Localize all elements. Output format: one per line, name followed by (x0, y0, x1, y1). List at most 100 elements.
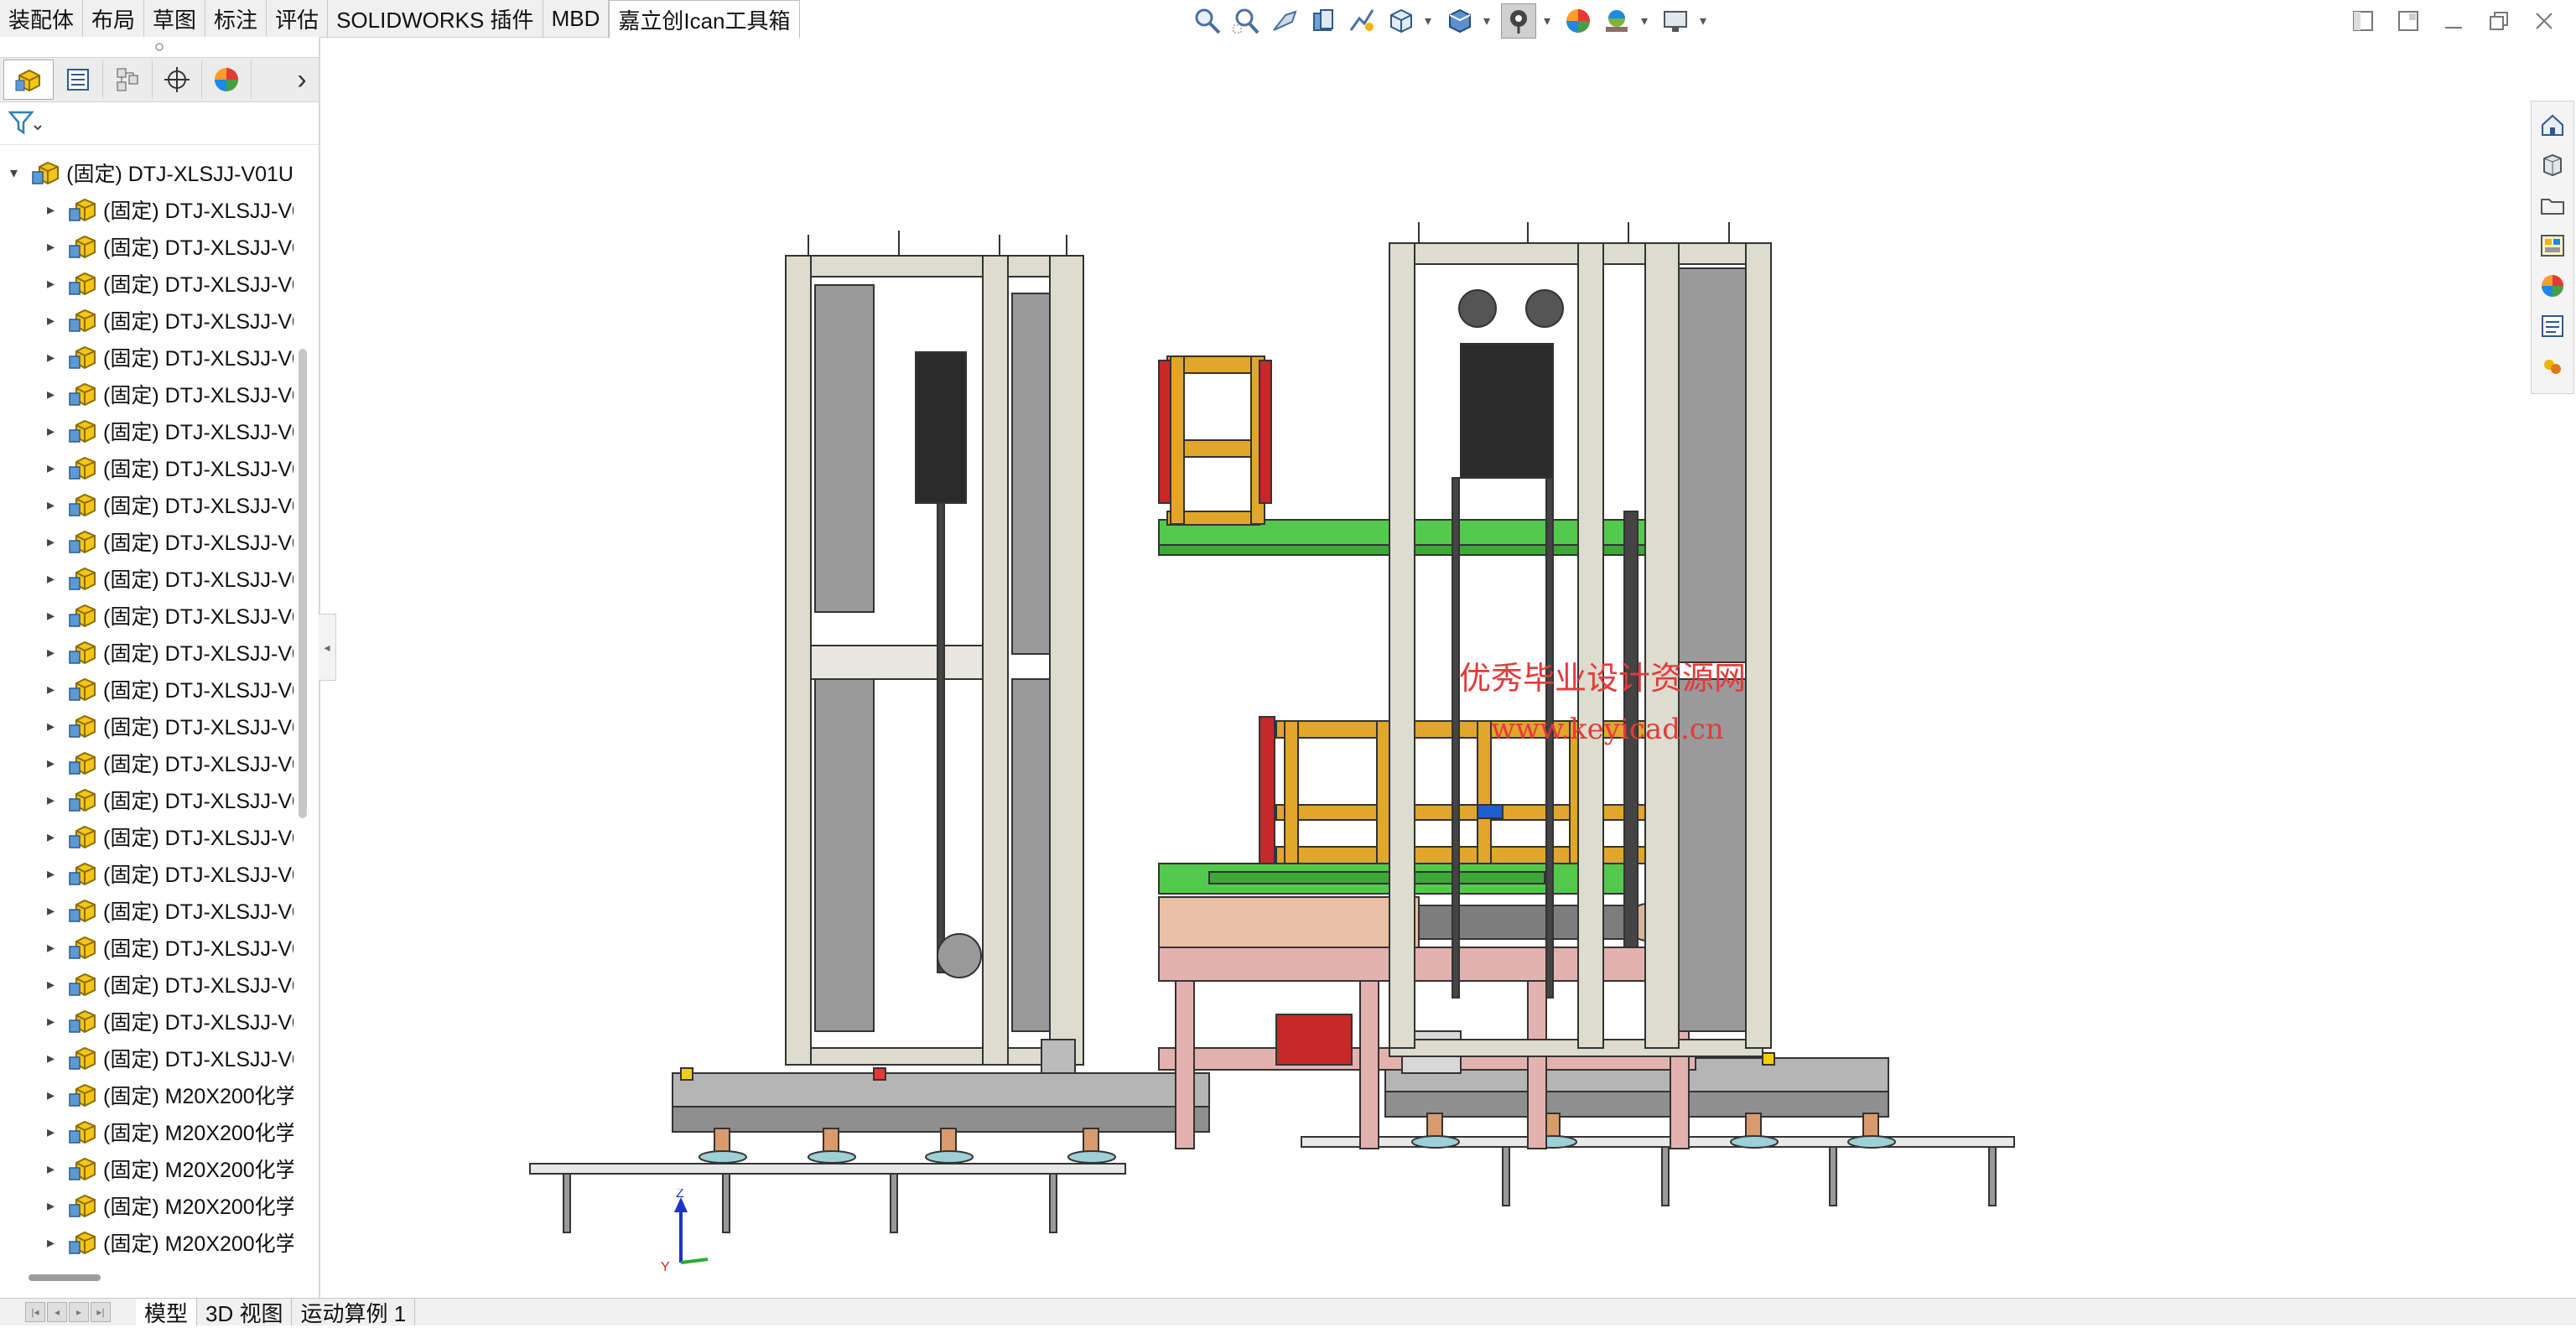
expand-caret-icon[interactable]: ▸ (47, 791, 55, 809)
expand-caret-icon[interactable]: ▸ (47, 423, 55, 440)
chevron-right-icon[interactable]: › (285, 60, 319, 99)
command-tab-0[interactable]: 装配体 (0, 0, 84, 37)
display-style-dropdown-icon[interactable]: ▾ (1481, 13, 1493, 29)
tree-item[interactable]: ▸ (固定) DTJ-XLSJJ-V0 (0, 265, 293, 302)
expand-caret-icon[interactable]: ▸ (47, 201, 55, 219)
tree-item[interactable]: ▸ (固定) M20X200化学 (0, 1076, 293, 1113)
tree-item[interactable]: ▸ (固定) DTJ-XLSJJ-V0 (0, 892, 293, 929)
view-settings-dropdown-icon[interactable]: ▾ (1697, 13, 1709, 29)
dimxpertmanager-icon[interactable] (153, 60, 202, 99)
restore-icon[interactable] (2484, 6, 2514, 36)
tree-item[interactable]: ▸ (固定) DTJ-XLSJJ-V0 (0, 560, 293, 597)
tree-item[interactable]: ▸ (固定) DTJ-XLSJJ-V0 (0, 523, 293, 560)
prev-tab-icon[interactable]: ◂ (47, 1302, 67, 1322)
expand-caret-icon[interactable]: ▸ (47, 681, 55, 698)
expand-caret-icon[interactable]: ▸ (47, 865, 55, 883)
last-tab-icon[interactable]: ▸| (91, 1302, 111, 1322)
appearances-scenes-icon[interactable] (2536, 269, 2569, 303)
tree-item[interactable]: ▸ (固定) DTJ-XLSJJ-V0 (0, 966, 293, 1003)
view-palette-icon[interactable] (2536, 229, 2569, 262)
tree-horizontal-scrollbar[interactable] (29, 1274, 101, 1281)
custom-properties-icon[interactable] (2536, 309, 2569, 343)
collapse-caret-icon[interactable]: ▾ (10, 164, 19, 182)
bottom-tab-1[interactable]: 3D 视图 (197, 1299, 293, 1326)
view-settings-icon[interactable] (1659, 4, 1692, 38)
bottom-tab-2[interactable]: 运动算例 1 (292, 1299, 416, 1326)
pane-grip-icon[interactable] (0, 37, 319, 57)
expand-caret-icon[interactable]: ▸ (47, 238, 55, 256)
expand-caret-icon[interactable]: ▸ (47, 459, 55, 477)
expand-caret-icon[interactable]: ▸ (47, 570, 55, 588)
tree-item[interactable]: ▸ (固定) M20X200化学 (0, 1113, 293, 1150)
expand-caret-icon[interactable]: ▸ (47, 718, 55, 735)
tree-filter[interactable] (0, 102, 319, 145)
tree-item[interactable]: ▸ (固定) DTJ-XLSJJ-V0 (0, 191, 293, 228)
tree-item[interactable]: ▸ (固定) DTJ-XLSJJ-V0 (0, 597, 293, 634)
tree-root-assembly[interactable]: ▾ (固定) DTJ-XLSJJ-V01U (0, 154, 293, 191)
propertymanager-icon[interactable] (54, 60, 103, 99)
expand-caret-icon[interactable]: ▸ (47, 275, 55, 293)
expand-caret-icon[interactable]: ▸ (47, 312, 55, 329)
expand-caret-icon[interactable]: ▸ (47, 349, 55, 366)
tree-item[interactable]: ▸ (固定) DTJ-XLSJJ-V0 (0, 339, 293, 376)
tree-item[interactable]: ▸ (固定) DTJ-XLSJJ-V0 (0, 486, 293, 523)
expand-caret-icon[interactable]: ▸ (47, 607, 55, 625)
expand-caret-icon[interactable]: ▸ (47, 1160, 55, 1178)
expand-caret-icon[interactable]: ▸ (47, 1087, 55, 1104)
command-tab-4[interactable]: 评估 (267, 0, 329, 37)
close-icon[interactable] (2529, 6, 2559, 36)
edit-appearance-icon[interactable] (1561, 4, 1595, 38)
tree-item[interactable]: ▸ (固定) M20X200化学 (0, 1224, 293, 1261)
tree-item[interactable]: ▸ (固定) DTJ-XLSJJ-V0 (0, 744, 293, 781)
tree-item[interactable]: ▸ (固定) M20X200化学 (0, 1150, 293, 1187)
view-orientation-icon[interactable] (1384, 4, 1417, 38)
tree-item[interactable]: ▸ (固定) DTJ-XLSJJ-V0 (0, 929, 293, 966)
first-tab-icon[interactable]: |◂ (25, 1302, 45, 1322)
command-tab-6[interactable]: MBD (543, 0, 610, 37)
tree-item[interactable]: ▸ (固定) DTJ-XLSJJ-V0 (0, 302, 293, 339)
design-library-icon[interactable] (2536, 148, 2569, 182)
apply-scene-icon[interactable] (1600, 4, 1633, 38)
expand-caret-icon[interactable]: ▸ (47, 1197, 55, 1215)
expand-caret-icon[interactable]: ▸ (47, 1050, 55, 1067)
tree-item[interactable]: ▸ (固定) M20X200化学 (0, 1187, 293, 1224)
file-explorer-icon[interactable] (2536, 189, 2569, 222)
expand-caret-icon[interactable]: ▸ (47, 1234, 55, 1252)
expand-caret-icon[interactable]: ▸ (47, 644, 55, 661)
view-orientation-dropdown-icon[interactable]: ▾ (1422, 13, 1434, 29)
zoom-to-area-icon[interactable] (1229, 4, 1263, 38)
tree-item[interactable]: ▸ (固定) DTJ-XLSJJ-V0 (0, 781, 293, 818)
tree-item[interactable]: ▸ (固定) DTJ-XLSJJ-V0 (0, 855, 293, 892)
apply-scene-dropdown-icon[interactable]: ▾ (1639, 13, 1650, 29)
tree-vertical-scrollbar[interactable] (299, 349, 307, 818)
command-tab-5[interactable]: SOLIDWORKS 插件 (328, 0, 543, 37)
expand-caret-icon[interactable]: ▸ (47, 939, 55, 957)
tree-item[interactable]: ▸ (固定) DTJ-XLSJJ-V0 (0, 708, 293, 744)
tree-item[interactable]: ▸ (固定) DTJ-XLSJJ-V0 (0, 449, 293, 486)
featuremanager-tree-icon[interactable] (3, 60, 54, 100)
command-tab-2[interactable]: 草图 (144, 0, 206, 37)
command-tab-1[interactable]: 布局 (83, 0, 145, 37)
bottom-tab-0[interactable]: 模型 (136, 1299, 198, 1326)
zoom-to-fit-icon[interactable] (1191, 4, 1224, 38)
viewport-tile-icon[interactable] (2393, 6, 2423, 36)
graphics-viewport[interactable]: 优秀毕业设计资源网 www.keyicad.cn Z Y (320, 42, 2531, 1296)
tree-item[interactable]: ▸ (固定) DTJ-XLSJJ-V0 (0, 228, 293, 265)
expand-caret-icon[interactable]: ▸ (47, 1123, 55, 1141)
tree-item[interactable]: ▸ (固定) DTJ-XLSJJ-V0 (0, 1003, 293, 1040)
tree-item[interactable]: ▸ (固定) DTJ-XLSJJ-V0 (0, 818, 293, 855)
tree-item[interactable]: ▸ (固定) DTJ-XLSJJ-V0 (0, 634, 293, 671)
viewport-single-icon[interactable] (2348, 6, 2378, 36)
expand-caret-icon[interactable]: ▸ (47, 828, 55, 846)
expand-caret-icon[interactable]: ▸ (47, 755, 55, 772)
solidworks-resources-icon[interactable] (2536, 108, 2569, 142)
section-view-icon[interactable] (1306, 4, 1340, 38)
hide-show-dropdown-icon[interactable]: ▾ (1541, 13, 1553, 29)
display-style-icon[interactable] (1442, 4, 1476, 38)
tree-item[interactable]: ▸ (固定) DTJ-XLSJJ-V0 (0, 412, 293, 449)
next-tab-icon[interactable]: ▸ (69, 1302, 89, 1322)
command-tab-7[interactable]: 嘉立创Ican工具箱 (609, 0, 800, 38)
solidworks-forum-icon[interactable] (2536, 350, 2569, 383)
expand-caret-icon[interactable]: ▸ (47, 976, 55, 993)
tree-item[interactable]: ▸ (固定) DTJ-XLSJJ-V0 (0, 376, 293, 412)
